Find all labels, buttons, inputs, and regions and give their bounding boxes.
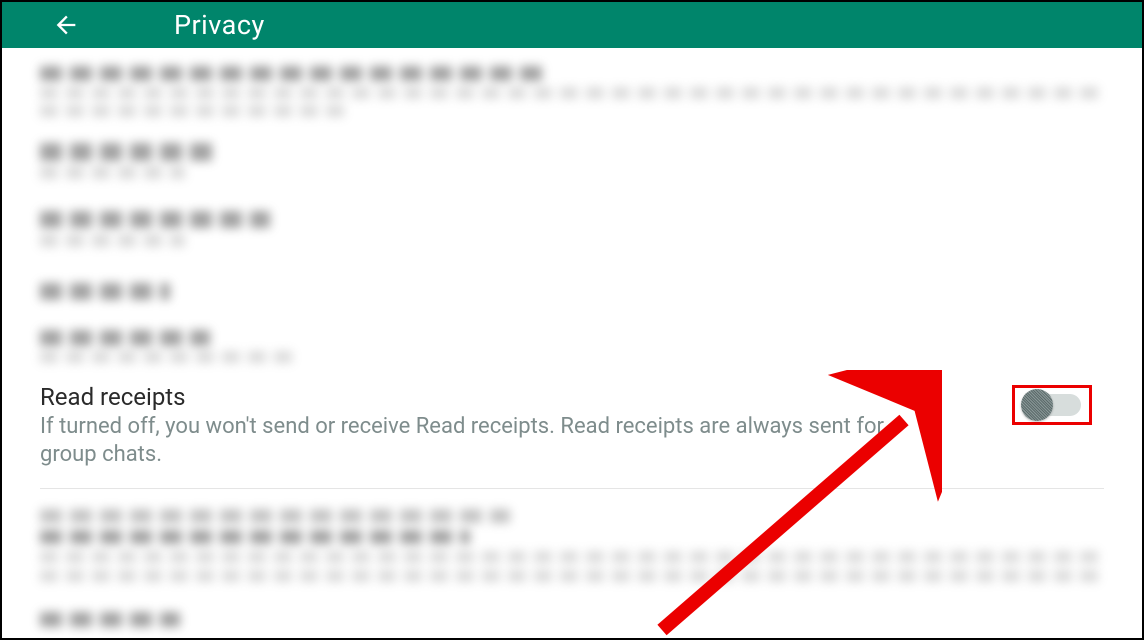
blurred-setting-7[interactable]: [40, 612, 1104, 627]
read-receipts-toggle[interactable]: [1023, 394, 1081, 416]
highlight-box: [1012, 385, 1092, 425]
page-title: Privacy: [174, 9, 265, 41]
section-divider: [40, 488, 1104, 489]
blurred-setting-5[interactable]: [40, 330, 1104, 363]
blurred-setting-4[interactable]: [40, 283, 1104, 300]
arrow-left-icon: [52, 11, 80, 39]
toggle-thumb-icon: [1021, 389, 1053, 421]
read-receipts-setting: Read receipts If turned off, you won't s…: [40, 383, 1104, 468]
read-receipts-title: Read receipts: [40, 383, 892, 411]
blurred-setting-1[interactable]: [40, 66, 1104, 117]
blurred-setting-3[interactable]: [40, 211, 1104, 247]
blurred-setting-2[interactable]: [40, 143, 1104, 179]
back-button[interactable]: [22, 2, 80, 48]
blurred-setting-6[interactable]: [40, 509, 1104, 582]
read-receipts-description: If turned off, you won't send or receive…: [40, 413, 892, 468]
settings-content: Read receipts If turned off, you won't s…: [2, 48, 1142, 627]
read-receipts-text: Read receipts If turned off, you won't s…: [40, 383, 1012, 468]
app-header: Privacy: [2, 2, 1142, 48]
